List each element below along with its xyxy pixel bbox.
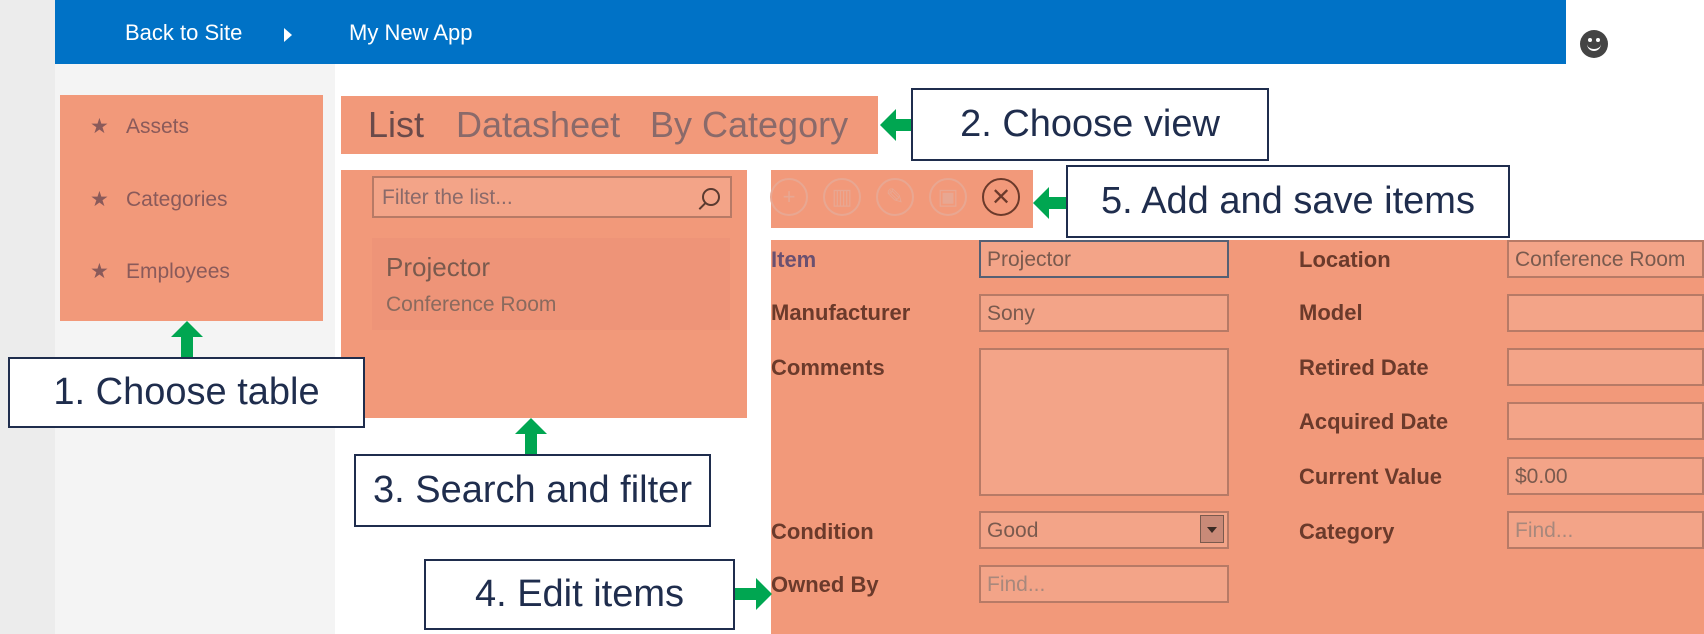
nav-item-assets[interactable]: ★ Assets <box>90 114 189 139</box>
arrow-stem <box>1049 197 1067 209</box>
retired-date-label: Retired Date <box>1299 355 1429 380</box>
chevron-right-icon <box>284 28 292 42</box>
callout-search-filter: 3. Search and filter <box>354 454 711 527</box>
arrow-stem <box>734 588 756 600</box>
top-bar <box>55 0 1566 64</box>
item-label: Item <box>771 247 817 272</box>
condition-label: Condition <box>771 519 874 544</box>
callout-edit-items: 4. Edit items <box>424 559 735 630</box>
comments-field[interactable] <box>979 348 1229 496</box>
tab-datasheet[interactable]: Datasheet <box>456 104 620 146</box>
list-item-subtitle: Conference Room <box>386 293 557 316</box>
filter-input[interactable]: Filter the list... <box>372 176 732 218</box>
acquired-date-field[interactable] <box>1507 402 1704 440</box>
back-to-site-link[interactable]: Back to Site <box>125 20 242 46</box>
user-avatar-icon[interactable] <box>1580 30 1608 58</box>
callout-add-save-items: 5. Add and save items <box>1066 165 1510 238</box>
location-label: Location <box>1299 247 1391 272</box>
model-field[interactable] <box>1507 294 1704 332</box>
list-item-title: Projector <box>386 252 491 282</box>
add-icon[interactable]: + <box>770 178 808 216</box>
arrow-stem <box>181 337 193 357</box>
close-icon[interactable]: ✕ <box>982 178 1020 216</box>
star-icon: ★ <box>90 260 109 283</box>
current-value-label: Current Value <box>1299 464 1443 489</box>
star-icon: ★ <box>90 188 109 211</box>
retired-date-field[interactable] <box>1507 348 1704 386</box>
owned-by-label: Owned By <box>771 572 879 597</box>
item-field[interactable]: Projector <box>979 240 1229 278</box>
delete-icon[interactable]: ▥ <box>823 178 861 216</box>
callout-choose-view: 2. Choose view <box>911 88 1269 161</box>
manufacturer-label: Manufacturer <box>771 300 911 325</box>
nav-item-employees[interactable]: ★ Employees <box>90 259 230 284</box>
save-icon[interactable]: ▣ <box>929 178 967 216</box>
chevron-down-icon <box>1207 527 1217 533</box>
model-label: Model <box>1299 300 1363 325</box>
category-label: Category <box>1299 519 1395 544</box>
location-field[interactable]: Conference Room <box>1507 240 1704 278</box>
callout-choose-table: 1. Choose table <box>8 357 365 428</box>
arrow-right-icon <box>756 578 772 610</box>
condition-select[interactable]: Good <box>979 511 1229 549</box>
tab-list[interactable]: List <box>368 104 424 146</box>
acquired-date-label: Acquired Date <box>1299 409 1449 434</box>
category-field[interactable]: Find... <box>1507 511 1704 549</box>
arrow-left-icon <box>880 109 896 141</box>
comments-label: Comments <box>771 355 885 380</box>
arrow-stem <box>525 434 537 454</box>
edit-icon[interactable]: ✎ <box>876 178 914 216</box>
owned-by-field[interactable]: Find... <box>979 565 1229 603</box>
arrow-up-icon <box>171 321 203 337</box>
tab-by-category[interactable]: By Category <box>650 104 848 146</box>
arrow-stem <box>896 119 912 131</box>
star-icon: ★ <box>90 115 109 138</box>
nav-item-categories[interactable]: ★ Categories <box>90 187 228 212</box>
current-value-field[interactable]: $0.00 <box>1507 457 1704 495</box>
arrow-left-icon <box>1033 187 1049 219</box>
manufacturer-field[interactable]: Sony <box>979 294 1229 332</box>
arrow-up-icon <box>515 418 547 434</box>
app-title[interactable]: My New App <box>349 20 473 46</box>
left-margin <box>0 0 55 634</box>
